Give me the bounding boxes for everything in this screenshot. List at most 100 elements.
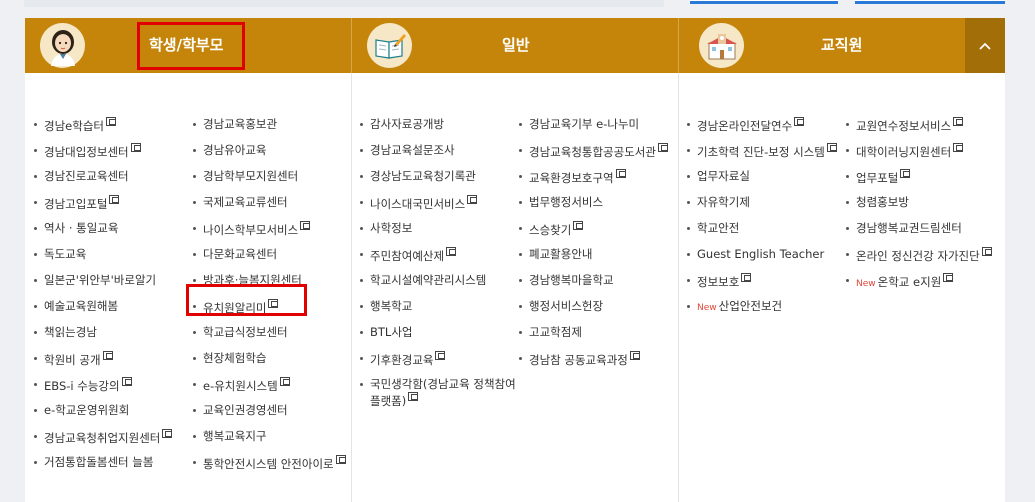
- link-item[interactable]: 대학이러닝지원센터: [844, 143, 1004, 169]
- header-students-parents[interactable]: 학생/학부모: [25, 18, 352, 73]
- link-item[interactable]: 기후환경교육: [358, 351, 518, 377]
- link-item[interactable]: 행복학교: [358, 299, 518, 325]
- link-item[interactable]: 독도교육: [32, 247, 192, 273]
- link-item[interactable]: New 산업안전보건: [685, 299, 845, 325]
- link-item[interactable]: 경남참 공동교육과정: [517, 351, 677, 377]
- link-label: 경남교육홍보관: [203, 117, 278, 131]
- link-item[interactable]: 경남교육설문조사: [358, 143, 518, 169]
- link-item[interactable]: 스승찾기: [517, 221, 677, 247]
- link-item[interactable]: 경남e학습터: [32, 117, 192, 143]
- link-item[interactable]: 업무자료실: [685, 169, 845, 195]
- link-label: EBS-i 수능강의: [44, 379, 120, 393]
- link-label: 경남유아교육: [203, 143, 267, 157]
- link-label: 경남학부모지원센터: [203, 169, 299, 183]
- link-item[interactable]: 통학안전시스템 안전아이로: [191, 455, 346, 495]
- link-item[interactable]: 경남교육기부 e-나누미: [517, 117, 677, 143]
- link-item[interactable]: 경남진로교육센터: [32, 169, 192, 195]
- link-item[interactable]: New 온학교 e지원: [844, 273, 1004, 299]
- link-item[interactable]: BTL사업: [358, 325, 518, 351]
- link-item[interactable]: 경남유아교육: [191, 143, 346, 169]
- link-item[interactable]: 경상남도교육청기록관: [358, 169, 518, 195]
- link-label: 경남대입정보센터: [44, 145, 129, 159]
- top-button-1[interactable]: [690, 0, 838, 4]
- external-link-icon: [105, 117, 116, 126]
- link-item[interactable]: 나이스대국민서비스: [358, 195, 518, 221]
- highlight-box-title: [137, 22, 245, 70]
- link-item[interactable]: Guest English Teacher: [685, 247, 845, 273]
- link-label: 온학교 e지원: [877, 275, 942, 289]
- school-building-icon: [699, 23, 744, 68]
- link-item[interactable]: 고교학점제: [517, 325, 677, 351]
- link-label: 업무포털: [856, 171, 899, 185]
- chevron-up-icon: [979, 42, 991, 50]
- link-item[interactable]: 역사 · 통일교육: [32, 221, 192, 247]
- external-link-icon: [102, 351, 113, 360]
- highlight-box-multicultural: [186, 284, 307, 316]
- link-item[interactable]: 기초학력 진단-보정 시스템: [685, 143, 845, 169]
- link-item[interactable]: 교원연수정보서비스: [844, 117, 1004, 143]
- link-item[interactable]: 주민참여예산제: [358, 247, 518, 273]
- link-item[interactable]: 교육환경보호구역: [517, 169, 677, 195]
- link-label: 온라인 정신건강 자가진단: [856, 249, 980, 263]
- link-item[interactable]: 거점통합돌봄센터 늘봄: [32, 455, 192, 481]
- header-staff[interactable]: 교직원: [679, 18, 1005, 73]
- link-item[interactable]: 국제교육교류센터: [191, 195, 346, 221]
- link-item[interactable]: e-유치원시스템: [191, 377, 346, 403]
- external-link-icon: [121, 377, 132, 386]
- link-label: 경남온라인전달연수: [697, 119, 793, 133]
- link-label: 경남참 공동교육과정: [529, 353, 628, 367]
- quick-links-panel: 학생/학부모 일반 교직원 경남e학습터 경남대입정보센터 경남진로교육센터 경…: [25, 18, 1005, 502]
- link-label: 산업안전보건: [718, 299, 783, 313]
- link-item[interactable]: 경남행복교권드림센터: [844, 221, 1004, 247]
- link-item[interactable]: 경남대입정보센터: [32, 143, 192, 169]
- link-item[interactable]: 예술교육원해봄: [32, 299, 192, 325]
- link-item[interactable]: 경남교육홍보관: [191, 117, 346, 143]
- link-item[interactable]: 경남학부모지원센터: [191, 169, 346, 195]
- link-item[interactable]: 경남교육청취업지원센터: [32, 429, 192, 455]
- link-label: 다문화교육센터: [203, 247, 278, 261]
- link-item[interactable]: 행정서비스헌장: [517, 299, 677, 325]
- link-item[interactable]: e-학교운영위원회: [32, 403, 192, 429]
- link-item[interactable]: 나이스학부모서비스: [191, 221, 346, 247]
- link-item[interactable]: 일본군'위안부'바로알기: [32, 273, 192, 299]
- link-item[interactable]: 학교시설예약관리시스템: [358, 273, 518, 299]
- link-item[interactable]: 현장체험학습: [191, 351, 346, 377]
- link-item[interactable]: 법무행정서비스: [517, 195, 677, 221]
- link-label: 교육인권경영센터: [203, 403, 288, 417]
- link-label: 폐교활용안내: [529, 247, 593, 261]
- link-item[interactable]: 경남교육청통합공공도서관: [517, 143, 677, 169]
- external-link-icon: [573, 221, 584, 230]
- link-item[interactable]: 청렴홍보방: [844, 195, 1004, 221]
- link-item[interactable]: 경남행복마을학교: [517, 273, 677, 299]
- link-item[interactable]: 학원비 공개: [32, 351, 192, 377]
- link-item[interactable]: 경남온라인전달연수: [685, 117, 845, 143]
- top-button-2[interactable]: [855, 0, 1005, 4]
- link-item[interactable]: 감사자료공개방: [358, 117, 518, 143]
- link-item[interactable]: 행복교육지구: [191, 429, 346, 455]
- header-title-staff: 교직원: [821, 36, 863, 54]
- link-item[interactable]: 경남고입포털: [32, 195, 192, 221]
- link-label: 교원연수정보서비스: [856, 119, 952, 133]
- link-item[interactable]: 학교안전: [685, 221, 845, 247]
- link-label: 경남행복마을학교: [529, 273, 614, 287]
- link-label: 경남교육청통합공공도서관: [529, 145, 656, 159]
- link-label: 경남행복교권드림센터: [856, 221, 962, 235]
- link-item[interactable]: 사학정보: [358, 221, 518, 247]
- link-item[interactable]: 학교급식정보센터: [191, 325, 346, 351]
- link-item[interactable]: 자유학기제: [685, 195, 845, 221]
- link-item[interactable]: 교육인권경영센터: [191, 403, 346, 429]
- link-item[interactable]: 다문화교육센터: [191, 247, 346, 273]
- link-item[interactable]: EBS-i 수능강의: [32, 377, 192, 403]
- link-item[interactable]: 업무포털: [844, 169, 1004, 195]
- link-label: 경남교육설문조사: [370, 143, 455, 157]
- header-general[interactable]: 일반: [352, 18, 679, 73]
- staff-links-right: 교원연수정보서비스대학이러닝지원센터업무포털청렴홍보방 경남행복교권드림센터온라인…: [844, 117, 1004, 299]
- link-label: 나이스학부모서비스: [203, 223, 299, 237]
- collapse-button[interactable]: [965, 18, 1005, 73]
- link-item[interactable]: 정보보호: [685, 273, 845, 299]
- link-item[interactable]: 폐교활용안내: [517, 247, 677, 273]
- link-item[interactable]: 책읽는경남: [32, 325, 192, 351]
- link-label: 주민참여예산제: [370, 249, 445, 263]
- link-item[interactable]: 국민생각함(경남교육 정책참여플랫폼): [358, 377, 518, 417]
- link-item[interactable]: 온라인 정신건강 자가진단: [844, 247, 1004, 273]
